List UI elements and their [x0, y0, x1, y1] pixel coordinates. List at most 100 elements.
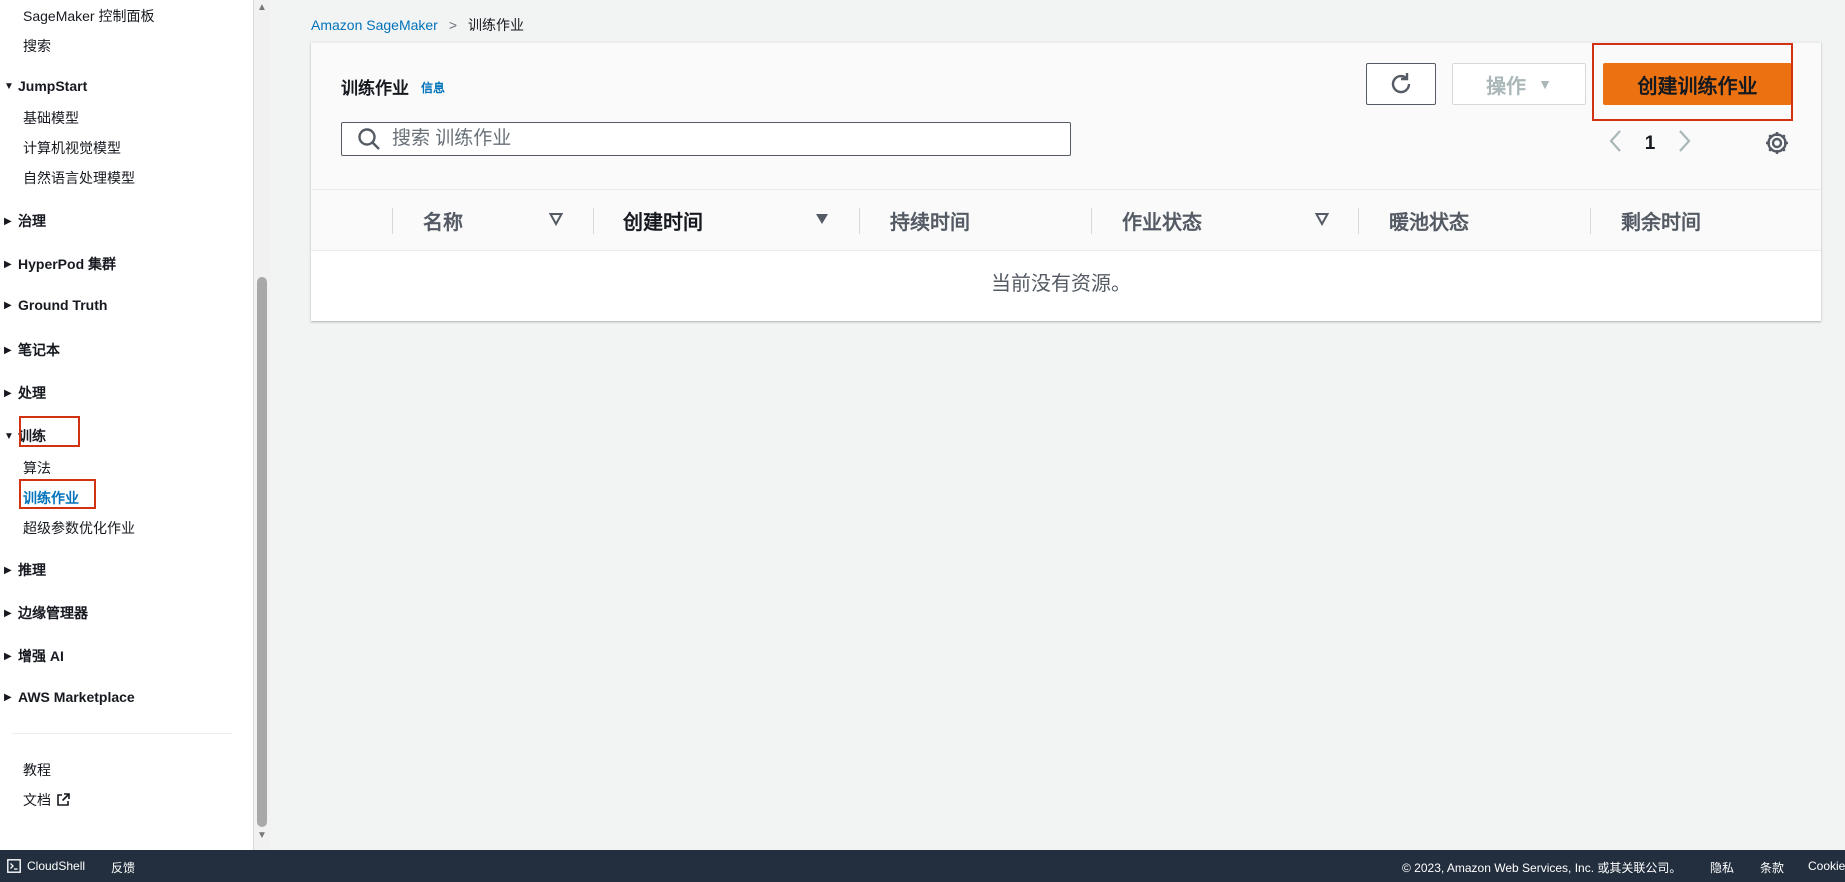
terms-link[interactable]: 条款 [1760, 859, 1784, 876]
actions-label: 操作 [1486, 75, 1527, 98]
nav-link-label: 文档 [23, 792, 51, 808]
chevron-left-icon[interactable] [1601, 128, 1631, 159]
chevron-right-icon[interactable] [1669, 128, 1699, 159]
caret-down-icon: ▼ [4, 80, 14, 92]
privacy-link[interactable]: 隐私 [1710, 859, 1734, 876]
nav-section-label: 处理 [18, 385, 46, 401]
nav-section-label: 边缘管理器 [18, 605, 88, 621]
gear-icon[interactable] [1763, 129, 1791, 157]
cookie-preferences-link[interactable]: Cookie [1808, 859, 1845, 873]
column-divider [392, 208, 393, 234]
nav-link-algorithms[interactable]: 算法 [23, 458, 51, 478]
column-header-label: 创建时间 [623, 211, 703, 234]
caret-right-icon: ▶ [4, 691, 12, 703]
sidebar-divider [12, 733, 232, 734]
breadcrumb: Amazon SageMaker > 训练作业 [311, 15, 524, 35]
column-divider [1590, 208, 1591, 234]
footer: CloudShell 反馈 © 2023, Amazon Web Service… [0, 850, 1845, 882]
sidebar-scrollbar[interactable]: ▲ ▼ [254, 0, 270, 850]
nav-section-augmented-ai[interactable]: ▶ 增强 AI [4, 646, 64, 666]
sort-icon[interactable] [549, 212, 563, 226]
highlight-box [19, 416, 80, 447]
caret-right-icon: ▶ [4, 258, 12, 270]
column-header-label: 名称 [423, 211, 463, 234]
training-jobs-panel: 训练作业 信息 操作 ▼ 创建训练作业 1 [311, 42, 1821, 321]
column-divider [1358, 208, 1359, 234]
column-header-label: 剩余时间 [1621, 211, 1701, 234]
nav-section-edge-manager[interactable]: ▶ 边缘管理器 [4, 603, 88, 623]
breadcrumb-link-sagemaker[interactable]: Amazon SageMaker [311, 17, 438, 33]
column-divider [859, 208, 860, 234]
page-number[interactable]: 1 [1631, 133, 1669, 155]
column-header-warm-pool[interactable]: 暖池状态 [1389, 190, 1469, 250]
info-link[interactable]: 信息 [421, 79, 445, 96]
feedback-link[interactable]: 反馈 [111, 859, 135, 876]
column-header-remaining[interactable]: 剩余时间 [1621, 190, 1701, 250]
nav-link-hpo-jobs[interactable]: 超级参数优化作业 [23, 518, 135, 538]
terminal-icon [7, 859, 21, 873]
search-field[interactable] [341, 122, 1071, 156]
sidebar: SageMaker 控制面板 搜索 ▼ JumpStart 基础模型 计算机视觉… [0, 0, 254, 850]
column-header-name[interactable]: 名称 [423, 190, 463, 250]
nav-section-label: HyperPod 集群 [18, 256, 117, 272]
nav-section-label: 治理 [18, 213, 46, 229]
nav-section-inference[interactable]: ▶ 推理 [4, 560, 46, 580]
nav-section-notebooks[interactable]: ▶ 笔记本 [4, 340, 60, 360]
cloudshell-button[interactable]: CloudShell [7, 859, 85, 873]
column-header-created[interactable]: 创建时间 [623, 190, 703, 250]
copyright-text: © 2023, Amazon Web Services, Inc. 或其关联公司… [1402, 861, 1682, 875]
panel-title: 训练作业 [341, 79, 409, 98]
empty-state-message: 当前没有资源。 [991, 273, 1131, 295]
caret-down-icon: ▼ [4, 430, 14, 442]
nav-section-processing[interactable]: ▶ 处理 [4, 383, 46, 403]
nav-section-ground-truth[interactable]: ▶ Ground Truth [4, 297, 107, 313]
caret-right-icon: ▶ [4, 607, 12, 619]
chevron-right-icon: > [448, 17, 458, 33]
nav-section-label: AWS Marketplace [18, 689, 135, 705]
caret-right-icon: ▶ [4, 344, 12, 356]
actions-dropdown-button[interactable]: 操作 ▼ [1452, 63, 1586, 105]
nav-section-label: 推理 [18, 562, 46, 578]
highlight-box [19, 479, 96, 509]
column-divider [593, 208, 594, 234]
column-header-label: 暖池状态 [1389, 211, 1469, 234]
table-body: 当前没有资源。 [311, 251, 1821, 321]
table-header: 名称 创建时间 持续时间 作业状态 暖池状态 剩余时间 [311, 189, 1821, 251]
column-header-label: 作业状态 [1122, 211, 1202, 234]
external-link-icon [57, 793, 70, 806]
pagination: 1 [1601, 128, 1699, 159]
nav-link-nlp-models[interactable]: 自然语言处理模型 [23, 168, 135, 188]
caret-right-icon: ▶ [4, 564, 12, 576]
column-header-duration[interactable]: 持续时间 [890, 190, 970, 250]
scroll-thumb[interactable] [257, 277, 267, 827]
column-header-status[interactable]: 作业状态 [1122, 190, 1202, 250]
nav-section-marketplace[interactable]: ▶ AWS Marketplace [4, 689, 135, 705]
caret-down-icon: ▼ [1538, 76, 1552, 92]
nav-section-label: 增强 AI [18, 648, 64, 664]
nav-section-governance[interactable]: ▶ 治理 [4, 211, 46, 231]
nav-link-vision-models[interactable]: 计算机视觉模型 [23, 138, 121, 158]
breadcrumb-current: 训练作业 [468, 17, 525, 33]
column-divider [1091, 208, 1092, 234]
highlight-box [1592, 43, 1793, 121]
sort-desc-icon[interactable] [815, 212, 829, 226]
sort-icon[interactable] [1315, 212, 1329, 226]
nav-link-dashboard[interactable]: SageMaker 控制面板 [23, 6, 154, 26]
nav-section-label: 笔记本 [18, 342, 60, 358]
nav-link-tutorials[interactable]: 教程 [23, 760, 51, 780]
search-input[interactable] [390, 127, 1044, 151]
caret-right-icon: ▶ [4, 387, 12, 399]
nav-section-label: Ground Truth [18, 297, 108, 313]
nav-link-docs[interactable]: 文档 [23, 790, 70, 810]
refresh-icon [1391, 73, 1411, 94]
caret-right-icon: ▶ [4, 650, 12, 662]
nav-section-hyperpod[interactable]: ▶ HyperPod 集群 [4, 254, 116, 274]
nav-section-jumpstart[interactable]: ▼ JumpStart [4, 78, 87, 94]
nav-section-label: JumpStart [18, 78, 88, 94]
nav-link-search[interactable]: 搜索 [23, 36, 51, 56]
scroll-down-icon[interactable]: ▼ [257, 830, 267, 841]
refresh-button[interactable] [1366, 63, 1436, 105]
scroll-up-icon[interactable]: ▲ [257, 2, 267, 13]
nav-link-foundation-models[interactable]: 基础模型 [23, 108, 79, 128]
search-icon [358, 128, 380, 150]
